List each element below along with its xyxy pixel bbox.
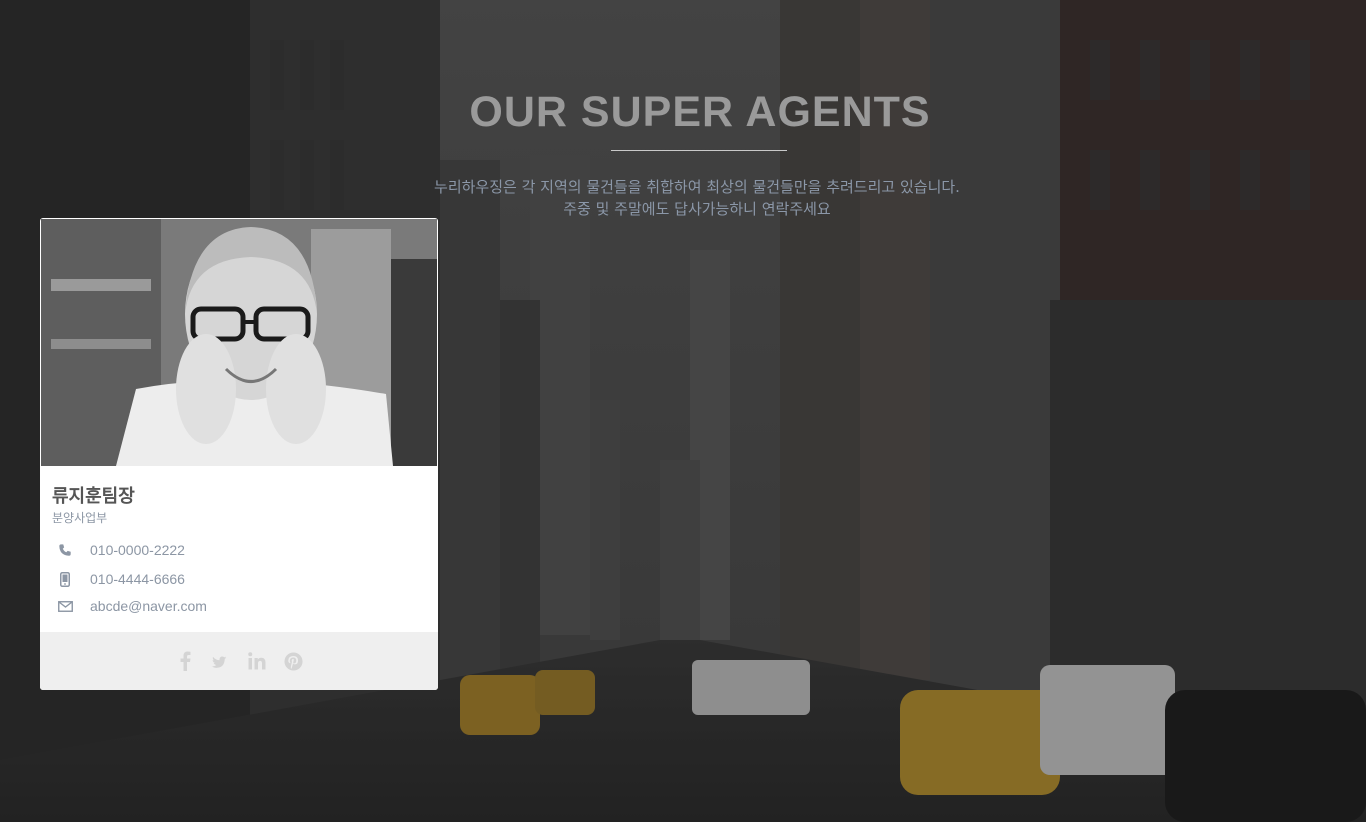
agent-name: 류지훈팀장 — [52, 486, 135, 507]
agent-department: 분양사업부 — [52, 511, 108, 525]
agent-card[interactable]: 류지훈팀장 분양사업부 010-0000-2222 010-4444-6666 … — [40, 218, 438, 690]
envelope-icon — [52, 600, 78, 612]
agent-portrait-image — [41, 219, 437, 466]
section-title: OUR SUPER AGENTS — [469, 88, 931, 136]
phone-number: 010-0000-2222 — [90, 542, 185, 558]
subtitle-line-2: 주중 및 주말에도 답사가능하니 연락주세요 — [563, 200, 831, 218]
page: OUR SUPER AGENTS 누리하우징은 각 지역의 물건들을 취합하여 … — [0, 0, 1366, 822]
agent-info: 류지훈팀장 분양사업부 010-0000-2222 010-4444-6666 … — [40, 466, 438, 632]
pinterest-icon[interactable] — [282, 650, 304, 672]
section-subtitle: 누리하우징은 각 지역의 물건들을 취합하여 최상의 물건들만을 추려드리고 있… — [0, 176, 1366, 220]
email-address: abcde@naver.com — [90, 598, 207, 614]
mobile-icon — [52, 571, 78, 587]
mobile-number: 010-4444-6666 — [90, 571, 185, 587]
linkedin-icon[interactable] — [246, 650, 268, 672]
contact-email-row[interactable]: abcde@naver.com — [52, 596, 412, 616]
twitter-icon[interactable] — [210, 650, 232, 672]
contact-mobile-row[interactable]: 010-4444-6666 — [52, 569, 412, 589]
contact-phone-row[interactable]: 010-0000-2222 — [52, 540, 412, 560]
agent-photo — [41, 219, 437, 466]
subtitle-line-1: 누리하우징은 각 지역의 물건들을 취합하여 최상의 물건들만을 추려드리고 있… — [434, 178, 960, 196]
title-divider — [611, 150, 787, 151]
social-links-bar — [40, 632, 438, 690]
facebook-icon[interactable] — [174, 650, 196, 672]
phone-icon — [52, 543, 78, 557]
